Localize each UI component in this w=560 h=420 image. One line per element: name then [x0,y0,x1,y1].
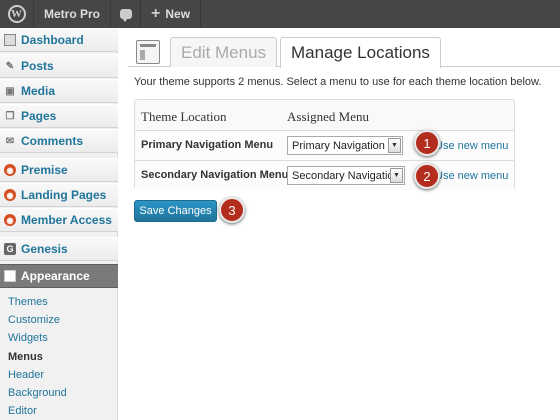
column-header-assigned-menu: Assigned Menu [287,109,369,124]
sidebar-item-label: Appearance [21,269,90,283]
new-label: New [165,7,191,21]
menu-locations-table: Theme Location Assigned Menu Primary Nav… [134,99,515,190]
chevron-down-icon: ▼ [388,138,401,153]
sidebar-item-pages[interactable]: ❐ Pages [0,104,118,128]
media-icon: ▣ [5,85,15,97]
sidebar-item-member-access[interactable]: ◉ Member Access [0,208,118,232]
table-row: Primary Navigation Menu Primary Navigati… [135,130,514,160]
wordpress-menu[interactable]: W [0,0,34,28]
appearance-icon [4,270,16,282]
sidebar-item-landing-pages[interactable]: ◉ Landing Pages [0,183,118,207]
submenu-background[interactable]: Background [8,387,67,399]
chevron-down-icon: ▼ [390,168,403,183]
landing-pages-icon: ◉ [4,189,16,201]
sidebar-item-posts[interactable]: ✎ Posts [0,54,118,78]
menus-screen-icon [136,40,160,64]
sidebar-item-label: Member Access [21,213,112,227]
step-callout-3: 3 [219,197,245,223]
intro-text: Your theme supports 2 menus. Select a me… [134,76,542,88]
submenu-header[interactable]: Header [8,369,44,381]
sidebar-item-label: Premise [21,163,68,177]
submenu-editor[interactable]: Editor [8,405,37,417]
sidebar-item-premise[interactable]: ◉ Premise [0,158,118,182]
step-callout-1: 1 [414,130,440,156]
column-header-theme-location: Theme Location [141,109,227,124]
submenu-themes[interactable]: Themes [8,296,48,308]
submenu-widgets[interactable]: Widgets [8,332,48,344]
secondary-menu-select[interactable]: Secondary Navigation ▼ [287,166,405,185]
sidebar-item-label: Comments [21,134,84,148]
sidebar-item-label: Dashboard [21,33,84,47]
sidebar-item-label: Genesis [21,242,68,256]
primary-use-new-menu-link[interactable]: Use new menu [435,140,508,152]
sidebar-item-appearance[interactable]: Appearance [0,264,132,290]
tab-edit-menus[interactable]: Edit Menus [170,37,278,67]
sidebar-item-media[interactable]: ▣ Media [0,79,118,103]
sidebar-item-genesis[interactable]: G Genesis [0,237,118,261]
plus-icon: + [151,5,161,22]
sidebar-item-label: Posts [21,59,54,73]
admin-sidebar: Dashboard ✎ Posts ▣ Media ❐ Pages ✉ Comm… [0,28,132,420]
save-changes-button[interactable]: Save Changes [134,200,217,222]
sidebar-item-label: Pages [21,109,57,123]
secondary-use-new-menu-link[interactable]: Use new menu [435,170,508,182]
table-row: Secondary Navigation Menu Secondary Navi… [135,160,514,190]
new-content-menu[interactable]: + New [141,0,202,28]
step-callout-2: 2 [414,163,440,189]
pushpin-icon: ✎ [5,60,15,72]
sidebar-item-comments[interactable]: ✉ Comments [0,129,118,153]
submenu-menus[interactable]: Menus [8,351,43,363]
member-access-icon: ◉ [4,214,16,226]
comments-link[interactable] [111,0,142,28]
secondary-menu-select-value: Secondary Navigation [292,169,400,182]
submenu-customize[interactable]: Customize [8,314,60,326]
comments-icon: ✉ [5,135,15,147]
comment-bubble-icon [119,9,132,22]
admin-bar: W Metro Pro + New [0,0,560,28]
main-content: Edit Menus Manage Locations Your theme s… [118,28,560,420]
site-name: Metro Pro [44,7,101,21]
tab-manage-locations[interactable]: Manage Locations [280,37,441,68]
primary-menu-select-value: Primary Navigation [292,139,385,152]
sidebar-item-label: Landing Pages [21,188,107,202]
genesis-icon: G [4,243,16,255]
premise-icon: ◉ [4,164,16,176]
pages-icon: ❐ [5,110,15,122]
dashboard-icon [4,34,16,46]
location-label-primary: Primary Navigation Menu [141,139,274,151]
wordpress-logo-icon: W [7,5,26,23]
location-label-secondary: Secondary Navigation Menu [141,169,289,181]
sidebar-item-label: Media [21,84,56,98]
site-name-link[interactable]: Metro Pro [34,0,112,28]
sidebar-item-dashboard[interactable]: Dashboard [0,28,118,52]
primary-menu-select[interactable]: Primary Navigation ▼ [287,136,403,155]
